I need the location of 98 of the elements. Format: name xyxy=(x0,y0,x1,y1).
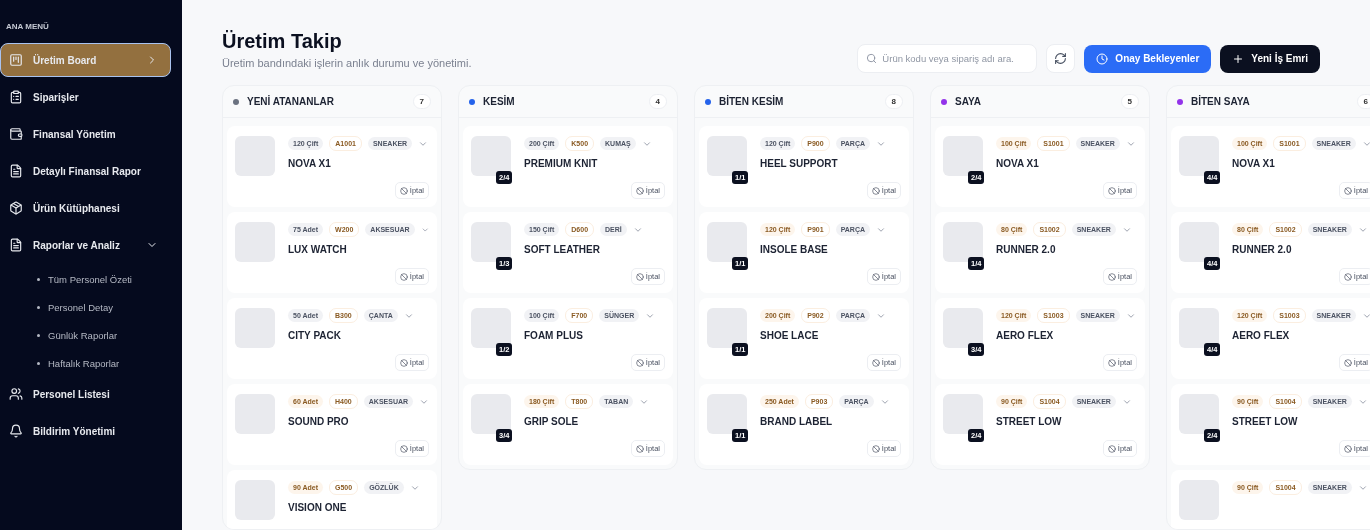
column-title: KESİM xyxy=(483,96,516,107)
product-name: AERO FLEX xyxy=(996,330,1055,341)
product-name: NOVA X1 xyxy=(1232,158,1276,169)
sidebar-subitem[interactable]: Tüm Personel Özeti xyxy=(0,265,182,293)
sidebar-item[interactable]: Finansal Yönetim xyxy=(0,117,171,151)
sidebar-item[interactable]: Bildirim Yönetimi xyxy=(0,414,171,448)
search-field[interactable]: Ürün kodu veya sipariş adı ara. xyxy=(857,44,1038,73)
box-icon xyxy=(9,201,23,215)
cancel-icon xyxy=(635,272,644,281)
menu-heading: ANA MENÜ xyxy=(5,22,50,31)
refresh-button[interactable] xyxy=(1046,44,1076,73)
column-title: BİTEN SAYA xyxy=(1191,96,1251,107)
product-name: INSOLE BASE xyxy=(760,244,829,255)
product-name: AERO FLEX xyxy=(1232,330,1291,341)
count-badge: 6 xyxy=(1356,94,1370,109)
photo-placeholder xyxy=(471,222,511,262)
count-badge: 4 xyxy=(648,94,667,109)
count-badge: 5 xyxy=(1120,94,1139,109)
plus-icon xyxy=(1232,52,1245,65)
product-name: BRAND LABEL xyxy=(760,416,834,427)
cancel-icon xyxy=(1343,272,1352,281)
product-name: SOFT LEATHER xyxy=(524,244,601,255)
product-name: LUX WATCH xyxy=(288,244,348,255)
photo-placeholder xyxy=(1179,222,1219,262)
count-badge: 7 xyxy=(412,94,431,109)
sidebar-subitem[interactable]: Haftalık Raporlar xyxy=(0,349,182,377)
kanban-icon xyxy=(9,53,23,67)
sidebar-item[interactable]: Üretim Board xyxy=(0,43,171,77)
product-name: SOUND PRO xyxy=(288,416,350,427)
cancel-icon xyxy=(1343,444,1352,453)
cancel-icon xyxy=(1107,186,1116,195)
sidebar-item[interactable]: Detaylı Finansal Rapor xyxy=(0,154,171,188)
column-title: BİTEN KESİM xyxy=(719,96,785,107)
cancel-icon xyxy=(871,358,880,367)
cancel-icon xyxy=(871,186,880,195)
cancel-icon xyxy=(635,358,644,367)
users-icon xyxy=(9,387,23,401)
cancel-icon xyxy=(635,186,644,195)
bell-icon xyxy=(9,424,23,438)
photo-placeholder xyxy=(471,136,511,176)
product-name: STREET LOW xyxy=(1232,416,1299,427)
product-name: PREMIUM KNIT xyxy=(524,158,599,169)
clipboard-icon xyxy=(9,90,23,104)
column-title: SAYA xyxy=(955,96,982,107)
photo-placeholder xyxy=(943,394,983,434)
page-title: Üretim Takip xyxy=(222,30,343,53)
refresh-icon xyxy=(1054,52,1068,65)
photo-placeholder xyxy=(943,136,983,176)
photo-placeholder xyxy=(471,394,511,434)
photo-placeholder xyxy=(707,136,747,176)
document-icon xyxy=(9,238,23,252)
action-button[interactable]: Onay Bekleyenler xyxy=(1084,44,1212,73)
photo-placeholder xyxy=(707,222,747,262)
product-name: NOVA X1 xyxy=(996,158,1040,169)
cancel-icon xyxy=(399,444,408,453)
product-name: STREET LOW xyxy=(996,416,1063,427)
document-icon xyxy=(9,164,23,178)
cancel-icon xyxy=(871,272,880,281)
product-name: NOVA X1 xyxy=(288,158,332,169)
photo-placeholder xyxy=(1179,308,1219,348)
clock-icon xyxy=(1096,52,1109,65)
cancel-icon xyxy=(635,444,644,453)
photo-placeholder xyxy=(707,308,747,348)
product-name: SHOE LACE xyxy=(760,330,820,341)
sidebar-subitem[interactable]: Personel Detay xyxy=(0,293,182,321)
page-subtitle: Üretim bandındaki işlerin anlık durumu ve yönetimi. xyxy=(222,57,472,69)
photo-placeholder xyxy=(471,308,511,348)
action-button[interactable]: Yeni İş Emri xyxy=(1220,44,1320,73)
photo-placeholder xyxy=(943,222,983,262)
cancel-icon xyxy=(1343,358,1352,367)
product-name: VISION ONE xyxy=(288,502,348,513)
photo-placeholder xyxy=(1179,136,1219,176)
cancel-icon xyxy=(399,186,408,195)
wallet-icon xyxy=(9,127,23,141)
cancel-icon xyxy=(1107,444,1116,453)
sidebar-item[interactable]: Raporlar ve Analiz xyxy=(0,228,171,262)
search-icon xyxy=(866,53,878,64)
product-name: RUNNER 2.0 xyxy=(1232,244,1293,255)
sidebar-item[interactable]: Siparişler xyxy=(0,80,171,114)
photo-placeholder xyxy=(943,308,983,348)
product-name: HEEL SUPPORT xyxy=(760,158,839,169)
product-name: GRIP SOLE xyxy=(524,416,580,427)
photo-placeholder xyxy=(707,394,747,434)
cancel-icon xyxy=(871,444,880,453)
column-title: YENİ ATANANLAR xyxy=(247,96,336,107)
sidebar-subitem[interactable]: Günlük Raporlar xyxy=(0,321,182,349)
count-badge: 8 xyxy=(884,94,903,109)
product-name: CITY PACK xyxy=(288,330,342,341)
product-name: RUNNER 2.0 xyxy=(996,244,1057,255)
sidebar-item[interactable]: Ürün Kütüphanesi xyxy=(0,191,171,225)
cancel-icon xyxy=(399,272,408,281)
cancel-icon xyxy=(1107,358,1116,367)
photo-placeholder xyxy=(1179,394,1219,434)
cancel-icon xyxy=(1107,272,1116,281)
sidebar-item[interactable]: Personel Listesi xyxy=(0,377,171,411)
product-name: FOAM PLUS xyxy=(524,330,584,341)
cancel-icon xyxy=(1343,186,1352,195)
cancel-icon xyxy=(399,358,408,367)
